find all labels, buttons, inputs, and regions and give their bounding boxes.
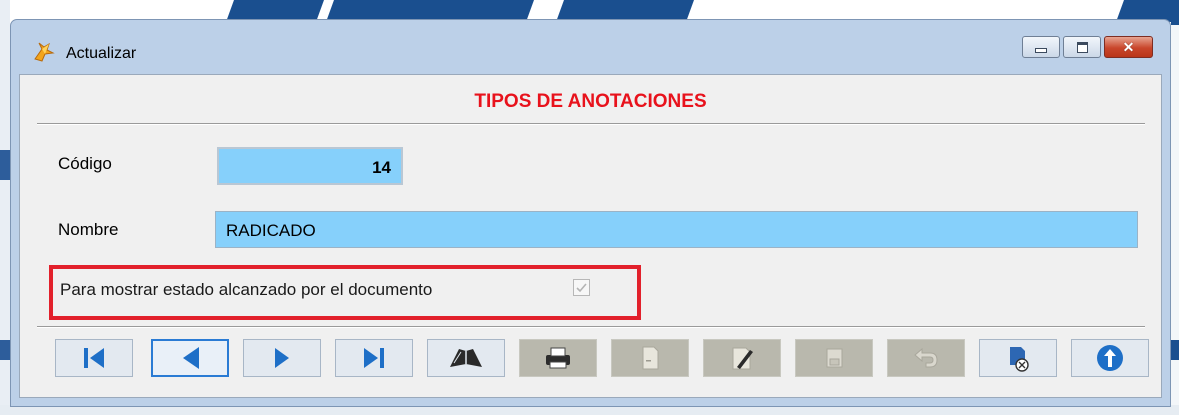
maximize-button[interactable] (1063, 36, 1101, 58)
maximize-icon (1076, 41, 1088, 53)
nombre-label: Nombre (58, 220, 119, 239)
minimize-button[interactable] (1022, 36, 1060, 58)
close-icon: ✕ (1122, 39, 1135, 55)
undo-button[interactable] (887, 339, 965, 377)
delete-button[interactable] (979, 339, 1057, 377)
new-document-icon (642, 346, 659, 370)
search-book-icon (450, 349, 482, 367)
window-title: Actualizar (66, 45, 137, 62)
checkmark-icon (576, 283, 587, 293)
background-app-left-edge (0, 0, 10, 415)
codigo-label: Código (58, 154, 112, 173)
next-record-icon (275, 348, 289, 368)
edit-button[interactable] (703, 339, 781, 377)
search-button[interactable] (427, 339, 505, 377)
navigation-toolbar (55, 339, 1155, 379)
top-separator (37, 123, 1145, 125)
new-button[interactable] (611, 339, 689, 377)
window-controls: ✕ (1022, 36, 1153, 58)
exit-button[interactable] (1071, 339, 1149, 377)
previous-record-icon (183, 347, 199, 369)
background-app-right-edge (1171, 0, 1179, 415)
print-button[interactable] (519, 339, 597, 377)
checkbox-label: Para mostrar estado alcanzado por el doc… (60, 280, 433, 299)
first-record-icon (84, 348, 104, 368)
bottom-separator (37, 326, 1145, 328)
estado-checkbox[interactable] (573, 279, 590, 296)
title-bar[interactable]: Actualizar ✕ (11, 20, 1170, 70)
close-button[interactable]: ✕ (1104, 36, 1153, 58)
form-area: TIPOS DE ANOTACIONES Código 14 Nombre RA… (19, 74, 1162, 398)
save-icon (826, 348, 843, 368)
delete-icon (1010, 347, 1029, 372)
last-record-button[interactable] (335, 339, 413, 377)
first-record-button[interactable] (55, 339, 133, 377)
last-record-icon (364, 348, 384, 368)
actualizar-dialog: Actualizar ✕ TIPOS DE ANOTACIONES Código… (10, 19, 1171, 407)
exit-icon (1097, 345, 1123, 371)
minimize-icon (1035, 47, 1047, 53)
save-button[interactable] (795, 339, 873, 377)
next-record-button[interactable] (243, 339, 321, 377)
form-heading: TIPOS DE ANOTACIONES (474, 91, 707, 112)
undo-icon (914, 347, 938, 368)
nombre-field[interactable]: RADICADO (215, 211, 1138, 248)
previous-record-button[interactable] (151, 339, 229, 377)
app-fox-icon (33, 41, 55, 63)
codigo-field[interactable]: 14 (217, 147, 403, 185)
edit-icon (732, 347, 753, 370)
print-icon (546, 347, 570, 369)
